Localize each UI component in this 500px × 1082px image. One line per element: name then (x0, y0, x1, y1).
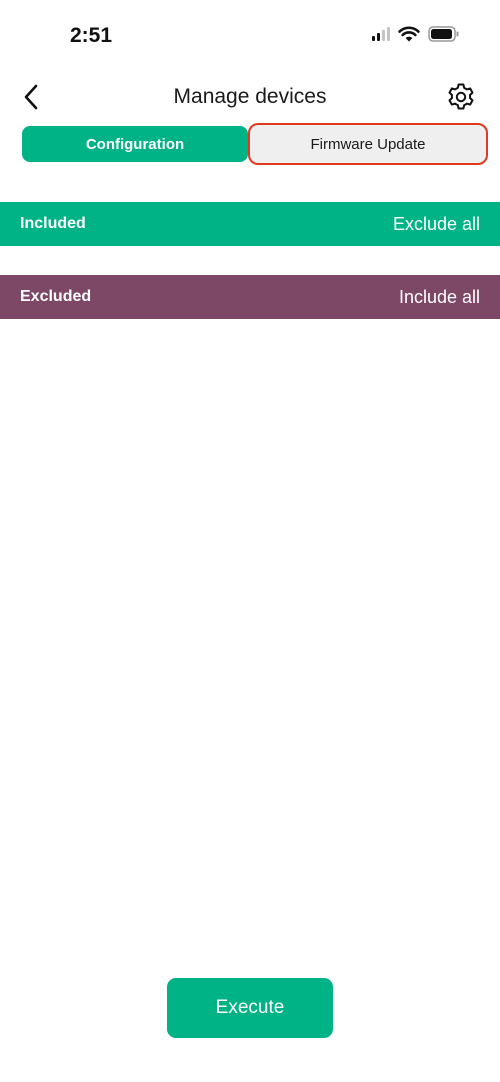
segmented-tabs: Configuration Firmware Update (22, 123, 488, 165)
wifi-icon (398, 26, 420, 42)
included-section-header: Included Exclude all (0, 202, 500, 246)
include-all-button[interactable]: Include all (399, 287, 480, 308)
battery-icon (428, 26, 460, 42)
status-time: 2:51 (70, 24, 113, 47)
header-bar: Manage devices (0, 74, 500, 120)
gear-icon (448, 83, 474, 110)
page-title: Manage devices (173, 85, 327, 108)
exclude-all-button[interactable]: Exclude all (393, 214, 480, 235)
settings-button[interactable] (444, 80, 478, 114)
cellular-signal-icon (372, 27, 390, 41)
manage-devices-screen: 2:51 Manage devices Configuration Firmwa… (0, 0, 500, 1082)
status-icons (372, 26, 460, 42)
tab-configuration[interactable]: Configuration (22, 126, 248, 162)
excluded-label: Excluded (20, 288, 92, 305)
included-label: Included (20, 215, 86, 232)
status-bar: 2:51 (0, 0, 500, 70)
excluded-section-header: Excluded Include all (0, 275, 500, 319)
execute-button[interactable]: Execute (167, 978, 333, 1038)
tab-firmware-update[interactable]: Firmware Update (248, 123, 488, 165)
